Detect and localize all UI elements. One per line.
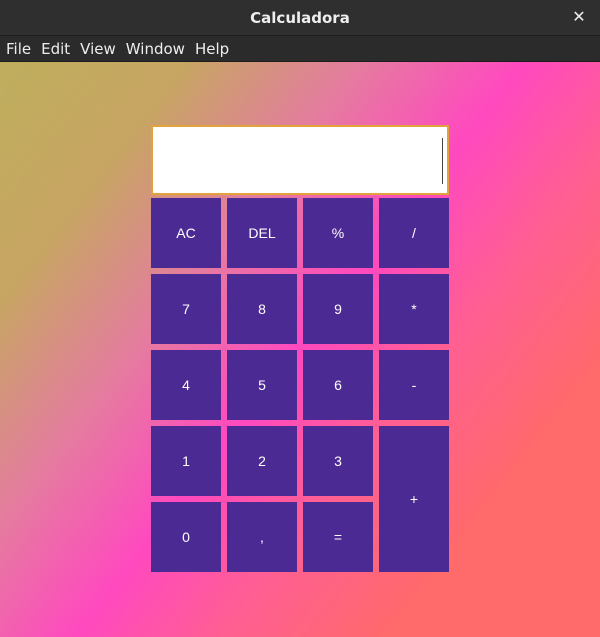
menu-help[interactable]: Help [195,40,229,58]
one-button[interactable]: 1 [151,426,221,496]
equals-button[interactable]: = [303,502,373,572]
plus-button[interactable]: + [379,426,449,572]
ac-button[interactable]: AC [151,198,221,268]
seven-button[interactable]: 7 [151,274,221,344]
six-button[interactable]: 6 [303,350,373,420]
calculator-canvas: AC DEL % / 7 8 9 * 4 5 6 - 1 2 3 + 0 , = [0,62,600,637]
two-button[interactable]: 2 [227,426,297,496]
menu-bar: File Edit View Window Help [0,36,600,62]
eight-button[interactable]: 8 [227,274,297,344]
percent-button[interactable]: % [303,198,373,268]
text-caret [442,138,443,184]
three-button[interactable]: 3 [303,426,373,496]
menu-window[interactable]: Window [126,40,185,58]
title-bar: Calculadora ✕ [0,0,600,36]
four-button[interactable]: 4 [151,350,221,420]
window-title: Calculadora [250,8,350,27]
multiply-button[interactable]: * [379,274,449,344]
minus-button[interactable]: - [379,350,449,420]
menu-file[interactable]: File [6,40,31,58]
zero-button[interactable]: 0 [151,502,221,572]
close-icon[interactable]: ✕ [570,8,588,26]
display-input[interactable] [151,125,449,195]
menu-edit[interactable]: Edit [41,40,70,58]
divide-button[interactable]: / [379,198,449,268]
menu-view[interactable]: View [80,40,116,58]
del-button[interactable]: DEL [227,198,297,268]
nine-button[interactable]: 9 [303,274,373,344]
five-button[interactable]: 5 [227,350,297,420]
calculator-window: Calculadora ✕ File Edit View Window Help… [0,0,600,637]
comma-button[interactable]: , [227,502,297,572]
